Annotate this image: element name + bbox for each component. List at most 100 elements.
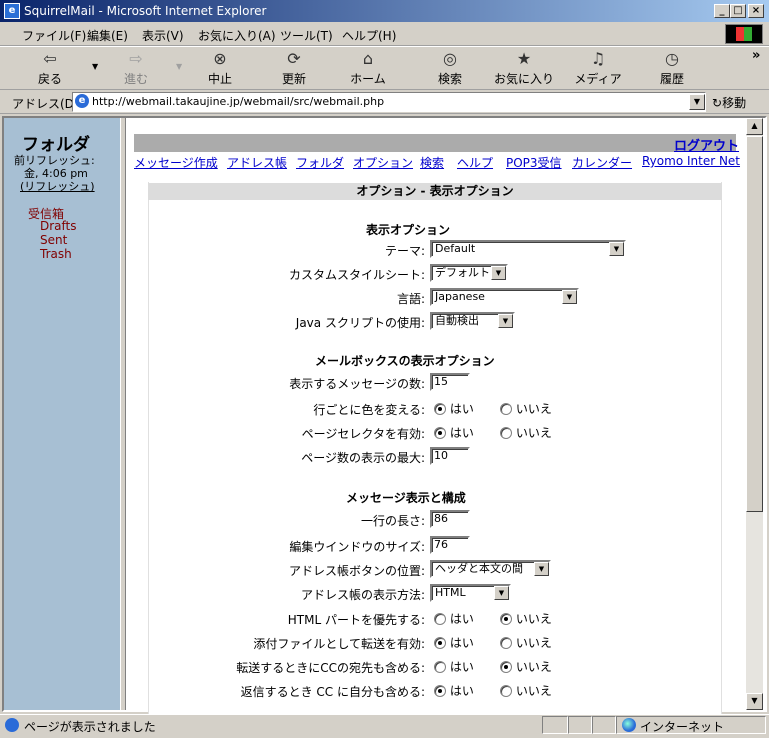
forward-button[interactable]: ⇨ 進む [106,50,166,87]
nav-folders[interactable]: フォルダ [296,154,344,171]
msg-count-input[interactable]: 15 [430,373,470,391]
back-button[interactable]: ⇦ 戻る [20,50,80,87]
alt-colors-no[interactable]: いいえ [500,400,552,417]
radio-selected-icon[interactable] [434,685,446,697]
addr-btn-pos-select[interactable]: ヘッダと本文の間 ▼ [430,560,551,578]
maximize-button[interactable]: □ [730,4,746,18]
menu-view[interactable]: 表示(V) [142,27,184,44]
html-pref-no[interactable]: いいえ [500,610,552,627]
close-button[interactable]: × [748,4,764,18]
search-icon: ◎ [443,49,457,68]
msg-count-label: 表示するメッセージの数: [289,377,425,391]
page-selector-yes[interactable]: はい [434,424,474,441]
back-dropdown-icon[interactable]: ▼ [92,62,98,71]
radio-selected-icon[interactable] [500,613,512,625]
home-icon: ⌂ [362,49,374,68]
radio-selected-icon[interactable] [434,403,446,415]
address-dropdown-icon[interactable]: ▼ [689,94,705,110]
menu-help[interactable]: ヘルプ(H) [342,27,396,44]
refresh-link[interactable]: (リフレッシュ) [20,178,95,194]
line-length-input[interactable]: 86 [430,510,470,528]
css-select[interactable]: デフォルト ▼ [430,264,508,282]
compose-size-input[interactable]: 76 [430,536,470,554]
minimize-button[interactable]: _ [714,4,730,18]
addr-display-select[interactable]: HTML ▼ [430,584,511,602]
nav-options[interactable]: オプション [353,154,413,171]
radio-icon[interactable] [500,427,512,439]
theme-select[interactable]: Default ▼ [430,240,626,258]
internet-zone-icon [622,718,636,732]
radio-selected-icon[interactable] [434,427,446,439]
html-pref-yes[interactable]: はい [434,610,474,627]
go-button[interactable]: ↻移動 [712,94,746,111]
address-label: アドレス(D) [12,97,79,111]
back-arrow-icon: ⇦ [43,49,57,68]
status-cell [592,716,616,734]
scroll-down-icon[interactable]: ▼ [746,693,763,710]
history-button[interactable]: ◷ 履歴 [642,50,702,87]
page-selector-no[interactable]: いいえ [500,424,552,441]
alt-colors-yes[interactable]: はい [434,400,474,417]
window-title: SquirrelMail - Microsoft Internet Explor… [24,4,267,18]
chevron-down-icon: ▼ [498,314,513,328]
menu-edit[interactable]: 編集(E) [87,27,128,44]
menu-file[interactable]: ファイル(F) [22,27,86,44]
nav-ryomo[interactable]: Ryomo Inter Net [642,154,740,168]
max-pages-input[interactable]: 10 [430,447,470,465]
logout-link[interactable]: ログアウト [674,135,739,154]
reply-cc-self-yes[interactable]: はい [434,682,474,699]
ie-icon: e [4,3,20,19]
folder-sent[interactable]: Sent [40,233,67,247]
stop-icon: ⊗ [213,49,227,68]
nav-help[interactable]: ヘルプ [457,154,493,171]
nav-calendar[interactable]: カレンダー [572,154,632,171]
menu-tools[interactable]: ツール(T) [280,27,333,44]
folder-trash[interactable]: Trash [40,247,72,261]
toolbar-more-chevron-icon[interactable]: » [752,48,760,63]
section-display-options: 表示オプション [366,223,451,237]
radio-icon[interactable] [500,403,512,415]
nav-search[interactable]: 検索 [420,154,444,171]
reply-cc-self-label: 返信するとき CC に自分も含める: [240,685,425,699]
radio-icon[interactable] [434,613,446,625]
scroll-up-icon[interactable]: ▲ [746,118,763,135]
forward-cc-yes[interactable]: はい [434,658,474,675]
section-mailbox-options: メールボックスの表示オプション [315,354,495,368]
javascript-label: Java スクリプトの使用: [295,316,425,330]
forward-cc-no[interactable]: いいえ [500,658,552,675]
nav-compose[interactable]: メッセージ作成 [134,154,218,171]
windows-logo-icon [725,24,763,44]
page-done-icon [5,718,19,732]
radio-icon[interactable] [500,685,512,697]
nav-pop3[interactable]: POP3受信 [506,154,562,171]
language-select[interactable]: Japanese ▼ [430,288,579,306]
folder-drafts[interactable]: Drafts [40,219,77,233]
favorites-button[interactable]: ★ お気に入り [492,50,556,87]
radio-selected-icon[interactable] [434,637,446,649]
zone-text: インターネット [640,720,725,734]
chevron-down-icon: ▼ [494,586,509,600]
menu-favorites[interactable]: お気に入り(A) [198,27,276,44]
nav-addresses[interactable]: アドレス帳 [227,154,287,171]
scroll-thumb[interactable] [746,136,763,512]
home-button[interactable]: ⌂ ホーム [338,50,398,87]
forward-attach-no[interactable]: いいえ [500,634,552,651]
css-label: カスタムスタイルシート: [288,268,425,282]
reply-cc-self-no[interactable]: いいえ [500,682,552,699]
radio-selected-icon[interactable] [500,661,512,673]
javascript-select[interactable]: 自動検出 ▼ [430,312,515,330]
stop-button[interactable]: ⊗ 中止 [190,50,250,87]
refresh-button[interactable]: ⟳ 更新 [264,50,324,87]
history-icon: ◷ [665,49,679,68]
search-button[interactable]: ◎ 検索 [420,50,480,87]
radio-icon[interactable] [434,661,446,673]
chevron-down-icon: ▼ [562,290,577,304]
forward-dropdown-icon[interactable]: ▼ [176,62,182,71]
address-url: http://webmail.takaujine.jp/webmail/src/… [92,95,385,108]
radio-icon[interactable] [500,637,512,649]
refresh-icon: ⟳ [287,49,301,68]
forward-attach-yes[interactable]: はい [434,634,474,651]
media-button[interactable]: ♫ メディア [568,50,628,87]
addr-display-label: アドレス帳の表示方法: [300,588,425,602]
chevron-down-icon: ▼ [491,266,506,280]
